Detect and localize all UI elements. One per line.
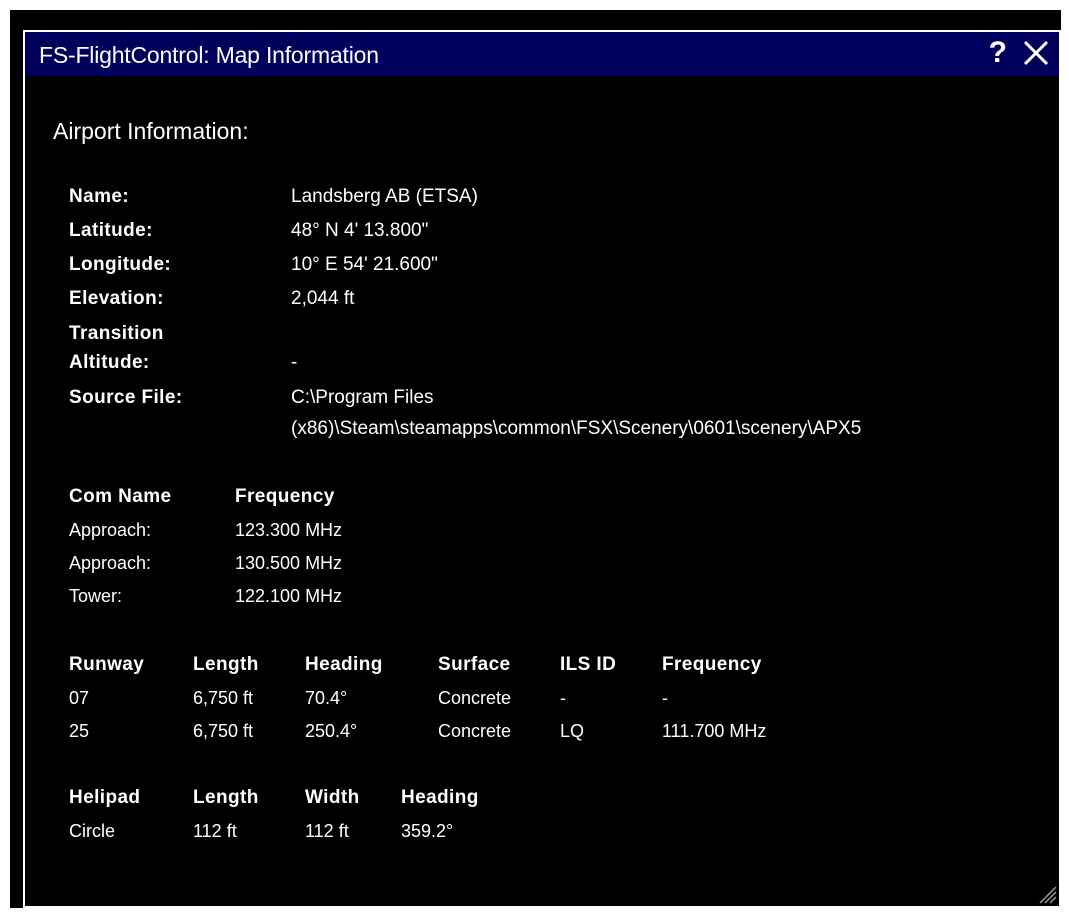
elevation-value: 2,044 ft [291,288,355,309]
source-file-value-line2: (x86)\Steam\steamapps\common\FSX\Scenery… [291,418,862,439]
com-frequency-cell: 123.300 MHz [235,520,343,540]
helipad-heading-header: Heading [401,787,479,808]
name-label: Name: [69,186,130,207]
runway-surface-header: Surface [438,654,511,675]
runway-ils-id-cell: - [560,688,566,708]
com-frequency-cell: 122.100 MHz [235,586,343,606]
section-title: Airport Information: [53,118,249,144]
elevation-label: Elevation: [69,288,164,309]
latitude-label: Latitude: [69,220,153,241]
runway-surface-cell: Concrete [438,688,512,708]
helipad-heading-cell: 359.2° [401,821,454,841]
helipad-width-header: Width [305,787,360,808]
runway-header: Runway [69,654,145,675]
name-value: Landsberg AB (ETSA) [291,186,478,207]
helipad-width-cell: 112 ft [305,821,349,841]
source-file-value-line1: C:\Program Files [291,387,434,408]
close-icon[interactable] [1021,38,1051,68]
com-name-cell: Approach: [69,520,152,540]
runway-length-header: Length [193,654,259,675]
runway-heading-header: Heading [305,654,383,675]
map-information-window: FS-FlightControl: Map Information ? Airp… [10,10,1061,908]
runway-length-cell: 6,750 ft [193,721,254,741]
window-title: FS-FlightControl: Map Information [39,42,379,68]
transition-altitude-value: - [291,352,298,373]
helipad-length-header: Length [193,787,259,808]
runway-frequency-cell: - [662,688,668,708]
longitude-value: 10° E 54' 21.600" [291,254,438,275]
runway-frequency-header: Frequency [662,654,762,675]
title-bar[interactable]: FS-FlightControl: Map Information ? [23,30,1061,76]
resize-grip-icon[interactable] [1035,882,1057,904]
helipad-cell: Circle [69,821,116,841]
transition-label-line1: Transition [69,323,164,344]
runway-surface-cell: Concrete [438,721,512,741]
longitude-label: Longitude: [69,254,172,275]
com-name-cell: Tower: [69,586,123,606]
content-panel: Airport Information: Name: Landsberg AB … [23,74,1061,908]
com-name-header: Com Name [69,486,172,507]
runway-heading-cell: 70.4° [305,688,348,708]
helipad-header: Helipad [69,787,141,808]
runway-frequency-cell: 111.700 MHz [662,721,767,741]
latitude-value: 48° N 4' 13.800" [291,220,429,241]
runway-length-cell: 6,750 ft [193,688,254,708]
runway-ils-id-header: ILS ID [560,654,617,675]
transition-label-line2: Altitude: [69,352,150,373]
help-icon[interactable]: ? [989,38,1007,68]
helipad-length-cell: 112 ft [193,821,237,841]
com-frequency-header: Frequency [235,486,335,507]
com-frequency-cell: 130.500 MHz [235,553,343,573]
runway-cell: 25 [69,721,90,741]
runway-ils-id-cell: LQ [560,721,585,741]
com-name-cell: Approach: [69,553,152,573]
runway-heading-cell: 250.4° [305,721,358,741]
source-file-label: Source File: [69,387,183,408]
runway-cell: 07 [69,688,90,708]
